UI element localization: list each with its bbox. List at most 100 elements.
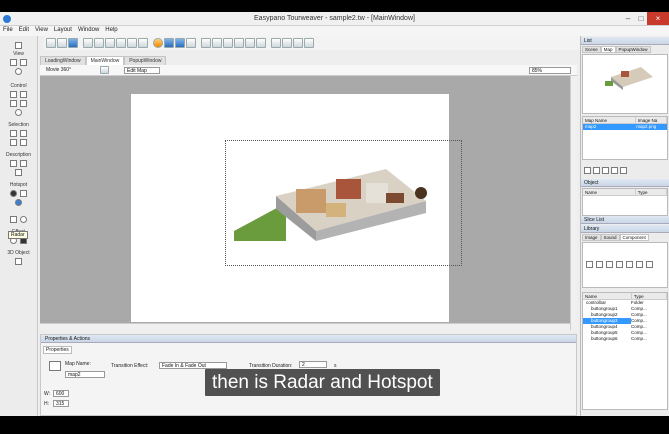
copy-icon[interactable] <box>94 38 104 48</box>
movie-360-button[interactable]: Movie 360° <box>46 67 71 73</box>
height-field[interactable]: 315 <box>53 400 69 407</box>
radar-tool-icon[interactable] <box>15 199 22 206</box>
tab-scene[interactable]: Scene <box>582 46 601 53</box>
align-center-icon[interactable] <box>212 38 222 48</box>
remove-map-icon[interactable] <box>593 167 600 174</box>
menu-window[interactable]: Window <box>75 26 102 34</box>
export-icon[interactable] <box>186 38 196 48</box>
new-file-icon[interactable] <box>46 38 56 48</box>
map-component-selection[interactable] <box>225 140 462 266</box>
col-map-name[interactable]: Map Name <box>583 117 636 123</box>
redo-icon[interactable] <box>138 38 148 48</box>
add-map-icon[interactable] <box>584 167 591 174</box>
video-viewer-icon[interactable] <box>15 68 22 75</box>
col-image-name[interactable]: Image Na <box>636 117 667 123</box>
tab-popup-window[interactable]: PopupWindow <box>124 56 167 65</box>
upload-icon[interactable] <box>164 38 174 48</box>
tab-properties[interactable]: Properties <box>43 346 72 354</box>
combobox-tool-icon[interactable] <box>20 91 27 98</box>
compass-tool-icon[interactable] <box>15 109 22 116</box>
tab-component[interactable]: Component <box>619 234 649 241</box>
tab-main-window[interactable]: MainWindow <box>85 56 125 65</box>
tab-map[interactable]: Map <box>600 46 616 53</box>
design-canvas[interactable] <box>40 76 570 323</box>
map-thumbnail-icon <box>49 361 61 371</box>
cut-icon[interactable] <box>83 38 93 48</box>
library-tabs: Image Sound Component <box>582 234 649 241</box>
image-list-icon[interactable] <box>20 139 27 146</box>
toolbox-section-description: Description <box>5 152 31 158</box>
publish-icon[interactable] <box>153 38 163 48</box>
tree-list-icon[interactable] <box>10 139 17 146</box>
map-row[interactable]: map2 map2.png <box>583 124 667 130</box>
facebook-icon[interactable] <box>175 38 185 48</box>
tree-row[interactable]: buttongroup6 Comp... <box>583 336 667 342</box>
menu-help[interactable]: Help <box>102 26 120 34</box>
speaker-tool-icon[interactable] <box>20 100 27 107</box>
menu-view[interactable]: View <box>32 26 51 34</box>
preview-last-icon <box>636 261 643 268</box>
grid-icon[interactable] <box>304 38 314 48</box>
map-tool-icon[interactable] <box>10 216 17 223</box>
text-tool-icon[interactable] <box>10 160 17 167</box>
spot-hotspot-icon[interactable] <box>10 190 17 197</box>
transition-effect-label: Transition Effect: <box>111 363 149 369</box>
width-field[interactable]: 600 <box>53 390 69 397</box>
align-top-icon[interactable] <box>234 38 244 48</box>
sound-tool-icon[interactable] <box>10 100 17 107</box>
main-toolbar <box>44 36 580 50</box>
comp-col-type[interactable]: Type <box>632 293 667 299</box>
close-button[interactable]: × <box>647 12 669 25</box>
align-right-icon[interactable] <box>223 38 233 48</box>
same-size-icon[interactable] <box>293 38 303 48</box>
map-properties-icon[interactable] <box>620 167 627 174</box>
undo-icon[interactable] <box>127 38 137 48</box>
flash-tool-icon[interactable] <box>15 169 22 176</box>
panorama-viewer-icon[interactable] <box>10 59 17 66</box>
object-col-name[interactable]: Name <box>583 189 636 195</box>
menu-layout[interactable]: Layout <box>51 26 75 34</box>
minimize-button[interactable]: – <box>621 12 635 25</box>
move-up-icon[interactable] <box>602 167 609 174</box>
menu-file[interactable]: File <box>0 26 16 34</box>
canvas-horizontal-scrollbar[interactable] <box>40 323 570 330</box>
image-viewer-icon[interactable] <box>20 59 27 66</box>
open-folder-icon[interactable] <box>57 38 67 48</box>
picture-tool-icon[interactable] <box>20 160 27 167</box>
video-subtitle: then is Radar and Hotspot <box>205 369 440 396</box>
object-col-type[interactable]: Type <box>636 189 667 195</box>
tab-sound[interactable]: Sound <box>600 234 620 241</box>
rectangle-hotspot-icon[interactable] <box>20 190 27 197</box>
save-icon[interactable] <box>68 38 78 48</box>
delete-icon[interactable] <box>116 38 126 48</box>
transition-duration-field[interactable]: 2 <box>299 361 327 368</box>
tab-popup-window-list[interactable]: PopupWindow <box>615 46 651 53</box>
edit-map-button[interactable]: Edit Map <box>124 67 160 74</box>
align-bottom-icon[interactable] <box>256 38 266 48</box>
map-name-field[interactable]: map2 <box>65 371 105 378</box>
paste-icon[interactable] <box>105 38 115 48</box>
map-name-label: Map Name: <box>65 361 91 367</box>
button-tool-icon[interactable] <box>10 91 17 98</box>
same-width-icon[interactable] <box>271 38 281 48</box>
align-middle-icon[interactable] <box>245 38 255 48</box>
canvas-vertical-scrollbar[interactable] <box>570 76 577 330</box>
pointer-tool-icon[interactable] <box>15 42 22 49</box>
zoom-select[interactable]: 85% <box>529 67 571 74</box>
thumbnail-list-icon[interactable] <box>10 130 17 137</box>
3d-object-icon[interactable] <box>15 258 22 265</box>
move-down-icon[interactable] <box>611 167 618 174</box>
tab-image[interactable]: Image <box>582 234 601 241</box>
height-label: H: <box>44 401 49 407</box>
tab-loading-window[interactable]: LoadingWindow <box>40 56 86 65</box>
map-row-name: map2 <box>585 124 597 129</box>
back-arrow-icon[interactable] <box>100 66 109 74</box>
transition-effect-select[interactable]: Fade In & Fade Out <box>159 362 227 369</box>
comp-col-name[interactable]: Name <box>583 293 632 299</box>
same-height-icon[interactable] <box>282 38 292 48</box>
align-left-icon[interactable] <box>201 38 211 48</box>
menu-edit[interactable]: Edit <box>16 26 32 34</box>
scene-tool-icon[interactable] <box>20 216 27 223</box>
maximize-button[interactable]: □ <box>634 12 648 25</box>
dropdown-list-icon[interactable] <box>20 130 27 137</box>
